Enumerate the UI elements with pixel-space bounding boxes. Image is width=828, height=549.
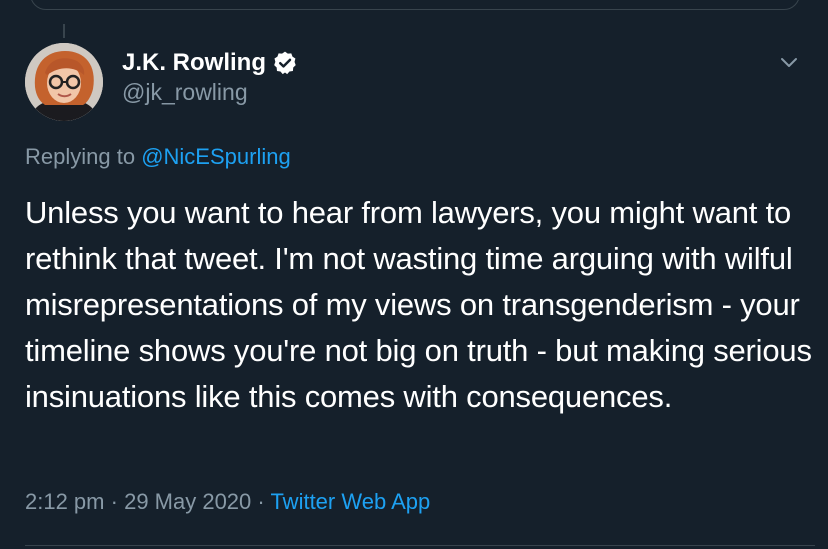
tweet-time[interactable]: 2:12 pm xyxy=(25,489,105,514)
author-handle[interactable]: @jk_rowling xyxy=(122,79,248,106)
author-name-row[interactable]: J.K. Rowling xyxy=(122,48,298,78)
avatar-photo-icon xyxy=(25,43,103,121)
replying-to-line: Replying to @NicESpurling xyxy=(25,144,291,170)
divider xyxy=(25,545,815,546)
tweet-metadata: 2:12 pm · 29 May 2020 · Twitter Web App xyxy=(25,489,430,515)
author-display-name[interactable]: J.K. Rowling xyxy=(122,49,266,77)
replying-to-label: Replying to xyxy=(25,144,136,169)
meta-separator: · xyxy=(110,489,118,514)
avatar[interactable] xyxy=(25,43,103,121)
previous-tweet-card[interactable] xyxy=(30,0,800,10)
tweet-detail-view: J.K. Rowling @jk_rowling Replying to @Ni… xyxy=(0,0,828,549)
verified-badge-icon xyxy=(272,50,298,76)
tweet-source-link[interactable]: Twitter Web App xyxy=(270,489,430,514)
meta-separator: · xyxy=(257,489,265,514)
thread-connector-line xyxy=(63,24,65,38)
tweet-text: Unless you want to hear from lawyers, yo… xyxy=(25,195,812,414)
tweet-date[interactable]: 29 May 2020 xyxy=(124,489,251,514)
replying-to-mention-link[interactable]: @NicESpurling xyxy=(141,144,291,169)
chevron-down-icon[interactable] xyxy=(776,49,802,75)
